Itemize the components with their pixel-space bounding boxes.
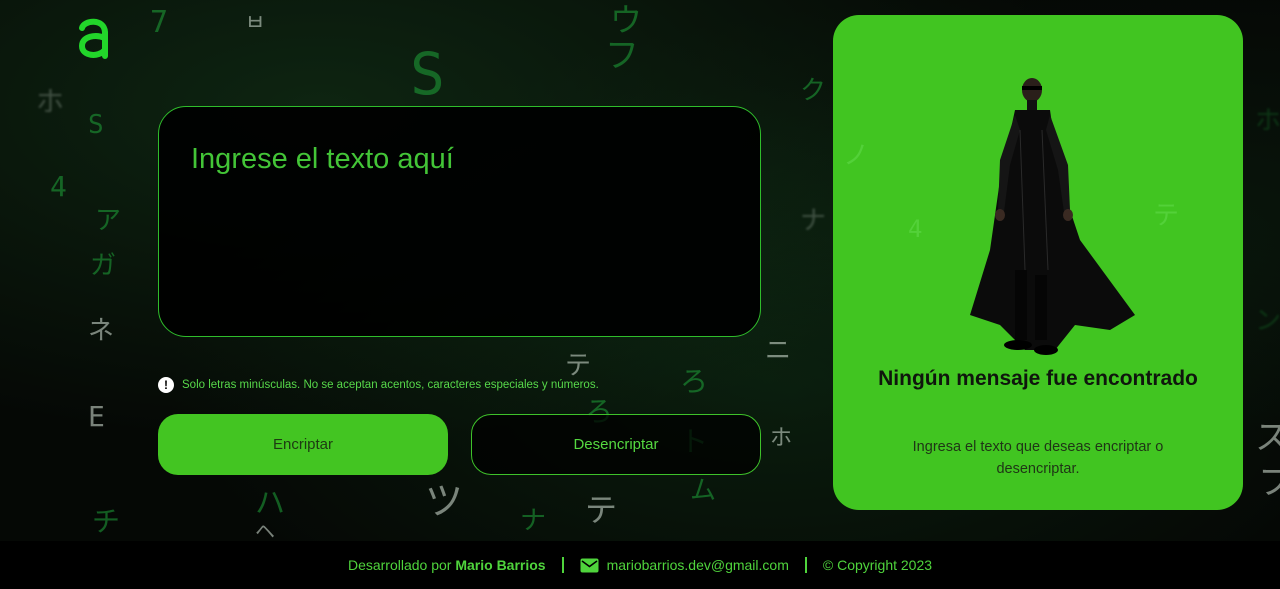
copyright-text: © Copyright 2023 bbox=[822, 557, 933, 573]
author-name: Mario Barrios bbox=[455, 557, 546, 573]
page: 7 ㅂ ウ フ S ホ S 4 ア ガ ネ E チ ハ ヘ ツ テ ナ ト テ … bbox=[0, 0, 1280, 589]
input-rules-hint: ! Solo letras minúsculas. No se aceptan … bbox=[158, 377, 599, 393]
footer-separator bbox=[804, 557, 807, 573]
email-link[interactable]: mariobarrios.dev@gmail.com bbox=[607, 557, 789, 573]
encrypt-button[interactable]: Encriptar bbox=[158, 414, 448, 475]
footer-separator bbox=[561, 557, 564, 573]
footer-email[interactable]: mariobarrios.dev@gmail.com bbox=[580, 557, 789, 573]
footer-credit: Desarrollado por Mario Barrios bbox=[348, 557, 546, 573]
footer: Desarrollado por Mario Barrios mariobarr… bbox=[0, 541, 1280, 589]
empty-state-message: Ingresa el texto que deseas encriptar o … bbox=[912, 439, 1164, 477]
message-input[interactable] bbox=[189, 141, 729, 311]
decrypt-button[interactable]: Desencriptar bbox=[471, 414, 761, 475]
developed-by-label: Desarrollado por bbox=[347, 557, 452, 573]
hint-text: Solo letras minúsculas. No se aceptan ac… bbox=[182, 379, 599, 391]
neo-figure-illustration bbox=[970, 78, 1135, 355]
output-panel: テ 4 ノ Ningún mensaje fue encontrado Ingr… bbox=[833, 15, 1243, 510]
exclamation-circle-icon: ! bbox=[158, 377, 174, 393]
alura-logo-icon[interactable] bbox=[74, 14, 114, 62]
mail-icon bbox=[580, 558, 599, 572]
empty-state-title: Ningún mensaje fue encontrado bbox=[878, 367, 1198, 390]
text-input-card bbox=[158, 106, 761, 337]
